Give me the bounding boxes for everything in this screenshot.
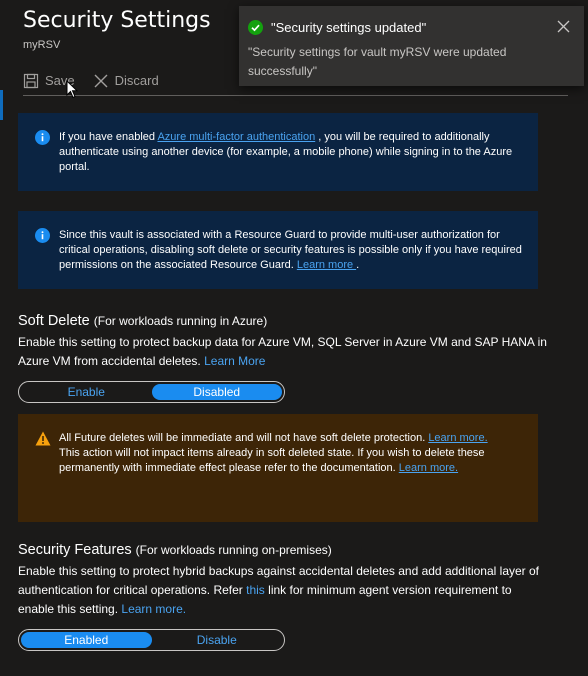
soft-delete-disabled-option[interactable]: Disabled — [151, 384, 282, 400]
soft-delete-toggle: Enable Disabled — [18, 381, 285, 403]
soft-delete-title: Soft Delete — [18, 313, 90, 329]
warning-learn-more-link-2[interactable]: Learn more. — [399, 462, 458, 474]
info-icon — [35, 228, 50, 248]
mouse-cursor-icon — [66, 80, 78, 99]
security-features-toggle: Enabled Disable — [18, 629, 285, 651]
save-icon — [23, 73, 39, 89]
page-title: Security Settings — [23, 8, 211, 33]
page-subtitle: myRSV — [23, 39, 61, 51]
warning-line1: All Future deletes will be immediate and… — [59, 432, 429, 444]
mfa-link[interactable]: Azure multi-factor authentication — [157, 131, 315, 143]
resource-guard-learn-more-link[interactable]: Learn more — [297, 259, 356, 271]
resource-guard-text-after: . — [356, 259, 360, 271]
soft-delete-description: Enable this setting to protect backup da… — [18, 333, 548, 371]
discard-button[interactable]: Discard — [93, 73, 159, 89]
mfa-info-text-before: If you have enabled — [59, 131, 158, 143]
soft-delete-warning: All Future deletes will be immediate and… — [18, 414, 538, 522]
notification-toast: "Security settings updated" "Security se… — [239, 6, 584, 86]
warning-learn-more-link-1[interactable]: Learn more. — [428, 432, 487, 444]
security-features-subtitle: (For workloads running on-premises) — [135, 543, 332, 557]
security-features-disable-option[interactable]: Disable — [152, 632, 283, 648]
info-icon — [35, 130, 50, 150]
soft-delete-enable-option[interactable]: Enable — [21, 384, 152, 400]
security-features-heading: Security Features (For workloads running… — [18, 542, 332, 558]
toast-body: "Security settings for vault myRSV were … — [248, 45, 507, 78]
security-features-title: Security Features — [18, 542, 132, 558]
security-features-description: Enable this setting to protect hybrid ba… — [18, 562, 548, 619]
security-features-learn-more-link[interactable]: Learn more. — [121, 602, 186, 616]
success-check-icon — [248, 20, 263, 40]
security-features-this-link[interactable]: this — [246, 583, 265, 597]
toast-title: "Security settings updated" — [271, 20, 427, 35]
soft-delete-learn-more-link[interactable]: Learn More — [204, 354, 265, 368]
mfa-info-box: If you have enabled Azure multi-factor a… — [18, 113, 538, 191]
soft-delete-subtitle: (For workloads running in Azure) — [93, 314, 268, 328]
resource-guard-info-box: Since this vault is associated with a Re… — [18, 211, 538, 289]
soft-delete-heading: Soft Delete (For workloads running in Az… — [18, 313, 267, 329]
warning-icon — [35, 431, 51, 451]
close-icon[interactable] — [557, 20, 570, 38]
soft-delete-desc-text: Enable this setting to protect backup da… — [18, 335, 547, 368]
discard-icon — [93, 73, 109, 89]
left-edge-marker — [0, 90, 3, 120]
security-features-enabled-option[interactable]: Enabled — [21, 632, 152, 648]
discard-label: Discard — [114, 73, 159, 88]
resource-guard-text: Since this vault is associated with a Re… — [59, 229, 522, 271]
